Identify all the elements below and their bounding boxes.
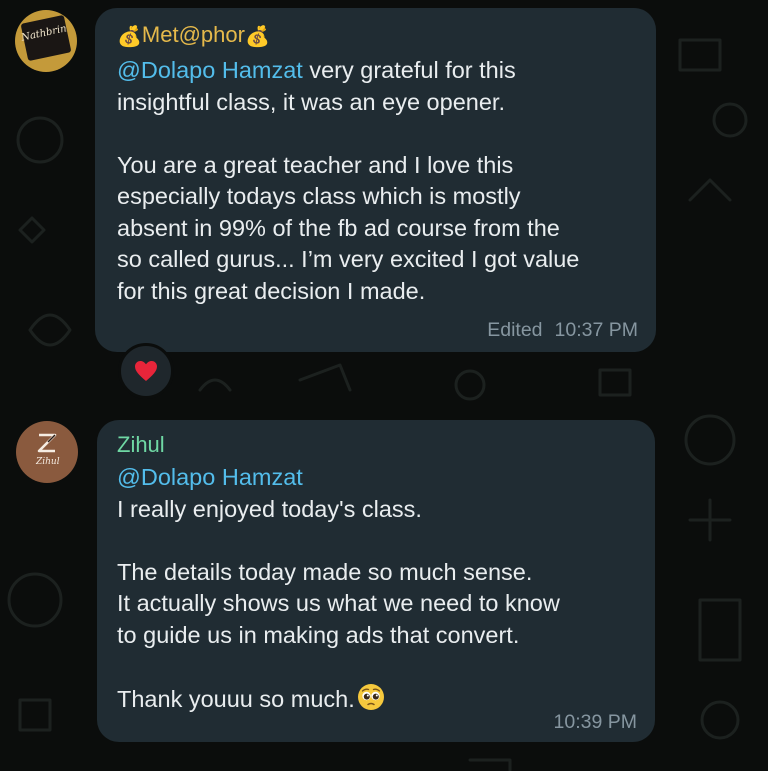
avatar-logo-text: Zihul [36, 457, 60, 467]
message-line: to guide us in making ads that convert. [117, 621, 520, 648]
message-meta: 10:39 PM [554, 711, 637, 734]
avatar-logo-mark [37, 433, 57, 453]
message-text: @Dolapo Hamzat I really enjoyed today's … [117, 462, 560, 715]
mention-link[interactable]: @Dolapo Hamzat [117, 464, 303, 490]
pleading-face-icon [357, 683, 384, 710]
message-row-2: Zihul Zihul @Dolapo Hamzat I really enjo… [0, 0, 768, 771]
sender-name[interactable]: Zihul [117, 432, 165, 458]
message-line: I really enjoyed today's class. [117, 495, 422, 522]
message-line: It actually shows us what we need to kno… [117, 590, 560, 616]
sender-avatar[interactable]: Zihul [16, 421, 78, 483]
message-line: The details today made so much sense. [117, 558, 533, 585]
message-line: Thank youuu so much. [117, 685, 355, 712]
message-bubble[interactable]: Zihul @Dolapo Hamzat I really enjoyed to… [97, 420, 655, 742]
message-time: 10:39 PM [553, 711, 637, 733]
